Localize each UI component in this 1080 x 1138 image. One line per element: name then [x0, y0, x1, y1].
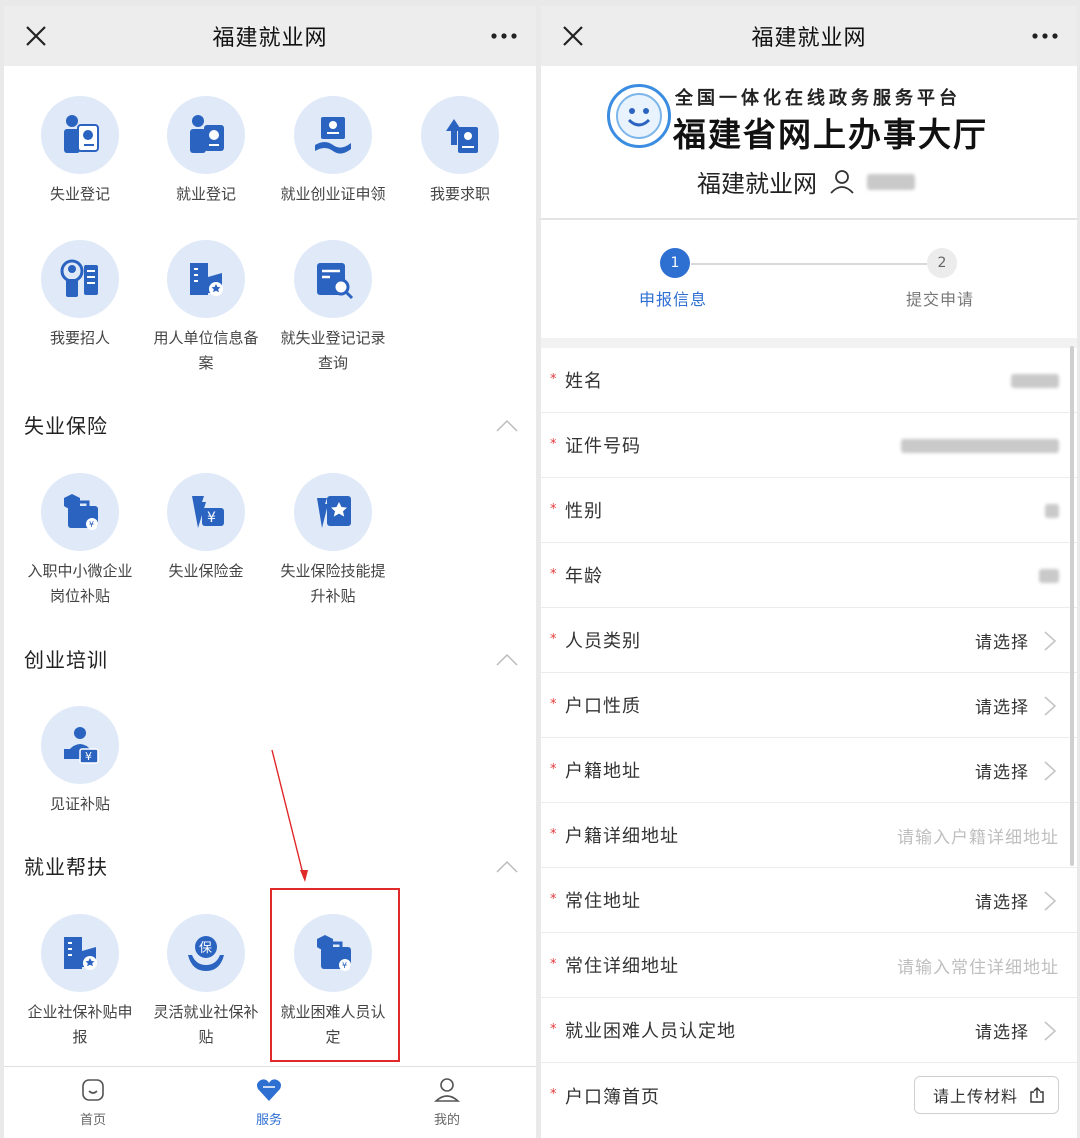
more-icon[interactable]	[1027, 18, 1063, 54]
chevron-right-icon	[1044, 1021, 1057, 1041]
field-label: 常住详细地址	[565, 956, 679, 977]
form-row-name[interactable]: * 姓名	[541, 348, 1077, 413]
step-2-label: 提交申请	[906, 290, 975, 309]
required-mark: *	[550, 827, 557, 842]
form-row-recognition-place[interactable]: * 就业困难人员认定地 请选择	[541, 998, 1077, 1063]
step-connector	[691, 263, 927, 265]
required-mark: *	[550, 437, 557, 452]
chevron-right-icon	[1044, 631, 1057, 651]
section-gap	[541, 338, 1077, 348]
required-mark: *	[550, 1022, 557, 1037]
chevron-right-icon	[1044, 696, 1057, 716]
form-row-person-category[interactable]: * 人员类别 请选择	[541, 608, 1077, 673]
tab-label: 我的	[433, 1113, 460, 1128]
field-label: 户籍地址	[565, 761, 641, 782]
platform-logo-icon	[607, 84, 671, 148]
step-1-label: 申报信息	[639, 290, 708, 309]
user-icon	[433, 1078, 461, 1102]
field-value-redacted	[1011, 374, 1059, 388]
required-mark: *	[550, 502, 557, 517]
step-2-dot: 2	[927, 248, 957, 278]
tab-label: 首页	[79, 1113, 106, 1128]
progress-steps: 1 2 申报信息 提交申请	[541, 220, 1077, 338]
required-mark: *	[550, 372, 557, 387]
tab-service[interactable]: 服务	[224, 1077, 314, 1128]
form-row-gender[interactable]: * 性别	[541, 478, 1077, 543]
platform-banner: 全国一体化在线政务服务平台 福建省网上办事大厅 福建就业网	[541, 66, 1077, 218]
close-icon[interactable]	[555, 18, 591, 54]
form-row-hukou-detail[interactable]: * 户籍详细地址 请输入户籍详细地址	[541, 803, 1077, 868]
upload-label: 请上传材料	[932, 1087, 1018, 1106]
required-mark: *	[550, 1087, 557, 1102]
tab-label: 服务	[255, 1113, 282, 1128]
platform-line1: 全国一体化在线政务服务平台	[675, 88, 961, 109]
form-row-age[interactable]: * 年龄	[541, 543, 1077, 608]
form-row-hukou-type[interactable]: * 户口性质 请选择	[541, 673, 1077, 738]
chevron-right-icon	[1044, 761, 1057, 781]
step-1-dot: 1	[660, 248, 690, 278]
text-input-placeholder[interactable]: 请输入常住详细地址	[897, 953, 1059, 978]
required-mark: *	[550, 762, 557, 777]
field-label: 户籍详细地址	[565, 826, 679, 847]
right-navbar: 福建就业网	[541, 6, 1077, 66]
user-icon	[830, 169, 854, 194]
select-value[interactable]: 请选择	[975, 628, 1029, 653]
field-value-redacted	[901, 439, 1059, 453]
service-heart-icon	[257, 1079, 281, 1101]
required-mark: *	[550, 957, 557, 972]
field-label: 人员类别	[565, 631, 641, 652]
upload-icon	[1030, 1087, 1044, 1103]
form-row-id[interactable]: * 证件号码	[541, 413, 1077, 478]
field-label: 姓名	[565, 371, 603, 392]
home-icon	[82, 1079, 104, 1101]
upload-button[interactable]: 请上传材料	[913, 1076, 1059, 1114]
field-value-redacted	[1045, 504, 1059, 518]
field-label: 户口簿首页	[565, 1086, 660, 1108]
chevron-right-icon	[1044, 891, 1057, 911]
select-value[interactable]: 请选择	[975, 1018, 1029, 1043]
scrollbar[interactable]	[1070, 346, 1074, 866]
required-mark: *	[550, 567, 557, 582]
platform-line2: 福建省网上办事大厅	[673, 115, 988, 154]
form-row-residence-detail[interactable]: * 常住详细地址 请输入常住详细地址	[541, 933, 1077, 998]
text-input-placeholder[interactable]: 请输入户籍详细地址	[897, 823, 1059, 848]
required-mark: *	[550, 697, 557, 712]
field-label: 常住地址	[565, 891, 641, 912]
field-label: 就业困难人员认定地	[565, 1021, 736, 1042]
field-value-redacted	[1039, 569, 1059, 583]
field-label: 户口性质	[565, 696, 641, 717]
services-panel: 福建就业网 失业登记 就业登记 就业创业证申领 我要求职 我要招人 用人单位信息…	[4, 6, 536, 1138]
tab-mine[interactable]: 我的	[402, 1077, 492, 1128]
field-label: 年龄	[565, 566, 603, 587]
form-row-hukou-address[interactable]: * 户籍地址 请选择	[541, 738, 1077, 803]
site-line: 福建就业网	[697, 164, 915, 199]
annotation-arrow	[271, 749, 308, 882]
required-mark: *	[550, 892, 557, 907]
username-redacted	[867, 173, 915, 190]
select-value[interactable]: 请选择	[975, 693, 1029, 718]
application-panel: 福建就业网 全国一体化在线政务服务平台 福建省网上办事大厅 福建就业网 1 2 …	[541, 6, 1077, 1138]
field-label: 性别	[565, 501, 603, 522]
form-row-residence-address[interactable]: * 常住地址 请选择	[541, 868, 1077, 933]
screenshot-root: 福建就业网 失业登记 就业登记 就业创业证申领 我要求职 我要招人 用人单位信息…	[0, 0, 1080, 1138]
nav-title: 福建就业网	[751, 26, 867, 51]
site-name: 福建就业网	[697, 170, 817, 198]
select-value[interactable]: 请选择	[975, 888, 1029, 913]
required-mark: *	[550, 632, 557, 647]
select-value[interactable]: 请选择	[975, 758, 1029, 783]
field-label: 证件号码	[565, 436, 641, 457]
form-row-hukou-book[interactable]: * 户口簿首页 请上传材料	[541, 1063, 1077, 1128]
tab-bar: 首页 服务 我的	[4, 1066, 536, 1138]
tab-home[interactable]: 首页	[48, 1077, 138, 1128]
